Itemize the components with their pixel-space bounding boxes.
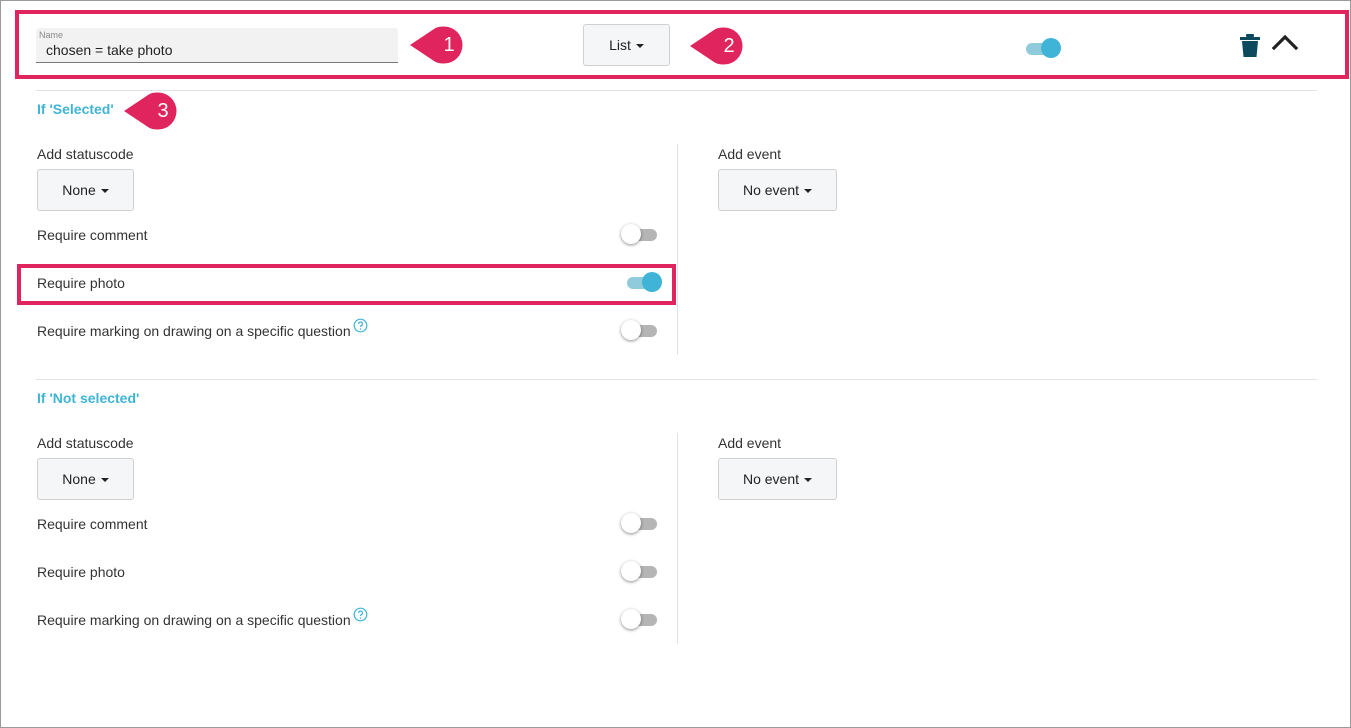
callout-2-number: 2 <box>723 35 735 57</box>
require-marking-toggle[interactable] <box>621 320 657 340</box>
event-dropdown-label: No event <box>742 182 800 198</box>
require-comment-toggle[interactable] <box>621 224 657 244</box>
require-comment-label: Require comment <box>37 227 148 243</box>
name-field[interactable]: Name <box>36 28 398 63</box>
caret-down-icon <box>100 477 109 482</box>
callout-1: 1 <box>406 26 468 64</box>
rule-editor-panel: Name List 1 2 If 'Selected' <box>0 0 1351 728</box>
add-event-label: Add event <box>718 435 782 451</box>
header-divider <box>36 90 1317 91</box>
column-divider <box>677 433 678 644</box>
require-marking-label: Require marking on drawing on a specific… <box>37 612 351 628</box>
help-circle-icon[interactable] <box>353 607 368 622</box>
chevron-up-icon[interactable] <box>1270 31 1300 53</box>
event-dropdown-label: No event <box>742 471 800 487</box>
caret-down-icon <box>804 188 813 193</box>
require-photo-label: Require photo <box>37 564 125 580</box>
require-photo-toggle[interactable] <box>621 561 657 581</box>
caret-down-icon <box>804 477 813 482</box>
caret-down-icon <box>100 188 109 193</box>
require-comment-label: Require comment <box>37 516 148 532</box>
callout-2: 2 <box>686 27 748 65</box>
trash-icon[interactable] <box>1239 34 1261 58</box>
section-title-selected: If 'Selected' <box>37 101 114 117</box>
require-comment-toggle[interactable] <box>621 513 657 533</box>
enabled-toggle[interactable] <box>1024 38 1061 58</box>
require-photo-toggle[interactable] <box>625 272 662 292</box>
require-marking-label: Require marking on drawing on a specific… <box>37 323 351 339</box>
callout-1-number: 1 <box>443 34 455 56</box>
section-divider <box>36 379 1317 380</box>
name-input[interactable] <box>36 39 396 61</box>
section-title-not-selected: If 'Not selected' <box>37 390 140 406</box>
require-marking-toggle[interactable] <box>621 609 657 629</box>
type-dropdown-label: List <box>609 37 631 53</box>
callout-3-number: 3 <box>157 100 169 122</box>
type-dropdown-button[interactable]: List <box>583 24 670 66</box>
caret-down-icon <box>635 43 644 48</box>
callout-3: 3 <box>120 92 182 130</box>
require-photo-label: Require photo <box>37 275 125 291</box>
event-dropdown-button[interactable]: No event <box>718 169 837 211</box>
help-circle-icon[interactable] <box>353 318 368 333</box>
statuscode-dropdown-label: None <box>62 182 96 198</box>
statuscode-dropdown-label: None <box>62 471 96 487</box>
statuscode-dropdown-button[interactable]: None <box>37 458 134 500</box>
add-statuscode-label: Add statuscode <box>37 146 134 162</box>
event-dropdown-button[interactable]: No event <box>718 458 837 500</box>
column-divider <box>677 144 678 355</box>
add-statuscode-label: Add statuscode <box>37 435 134 451</box>
statuscode-dropdown-button[interactable]: None <box>37 169 134 211</box>
add-event-label: Add event <box>718 146 782 162</box>
